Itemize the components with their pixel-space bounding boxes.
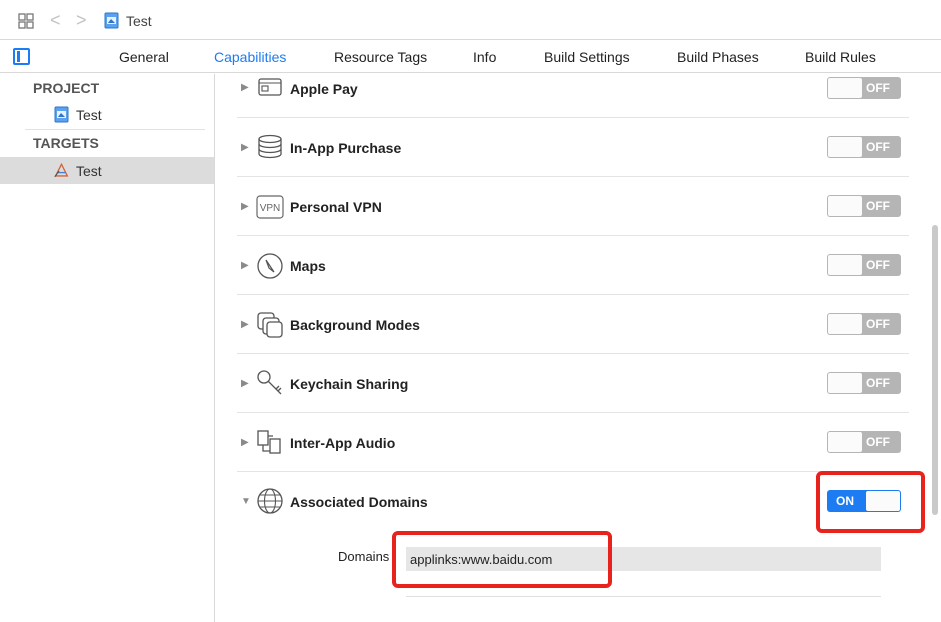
tab-general[interactable]: General <box>119 49 169 65</box>
keychain-sharing-toggle[interactable]: OFF <box>827 372 901 394</box>
capability-label: Inter-App Audio <box>290 435 396 451</box>
personal-vpn-toggle[interactable]: OFF <box>827 195 901 217</box>
capability-label: Keychain Sharing <box>290 376 409 392</box>
forward-button[interactable]: > <box>76 11 87 29</box>
capability-row-personal-vpn: ▶ VPN Personal VPN OFF <box>237 177 909 236</box>
project-file-icon <box>54 106 69 123</box>
toggle-knob <box>828 314 862 334</box>
audio-plug-icon <box>257 430 281 454</box>
project-sidebar: PROJECT Test TARGETS Test <box>0 74 215 622</box>
grid-icon[interactable] <box>18 13 34 29</box>
toggle-state: OFF <box>866 376 890 390</box>
capability-label: In-App Purchase <box>290 140 402 156</box>
toggle-knob <box>828 373 862 393</box>
globe-icon <box>257 488 283 514</box>
toggle-state: OFF <box>866 317 890 331</box>
inter-app-audio-toggle[interactable]: OFF <box>827 431 901 453</box>
toggle-knob <box>828 255 862 275</box>
sidebar-item-label: Test <box>76 163 102 179</box>
divider <box>406 596 881 597</box>
disclosure-triangle-expanded-icon[interactable]: ▼ <box>241 496 251 507</box>
vpn-icon: VPN <box>256 195 284 219</box>
disclosure-triangle-icon[interactable]: ▶ <box>241 201 249 212</box>
capability-row-maps: ▶ Maps OFF <box>237 236 909 295</box>
toggle-knob <box>828 432 862 452</box>
capability-label: Personal VPN <box>290 199 382 215</box>
disclosure-triangle-icon[interactable]: ▶ <box>241 319 249 330</box>
background-modes-toggle[interactable]: OFF <box>827 313 901 335</box>
divider <box>25 129 205 130</box>
toggle-state: OFF <box>866 140 890 154</box>
sidebar-item-target-test[interactable]: Test <box>0 157 214 184</box>
toggle-knob <box>828 196 862 216</box>
disclosure-triangle-icon[interactable]: ▶ <box>241 437 249 448</box>
back-button[interactable]: < <box>50 11 61 29</box>
capability-label: Apple Pay <box>290 81 358 97</box>
project-file-icon <box>104 12 119 29</box>
key-icon <box>257 370 282 395</box>
navigator-bar: < > Test <box>0 0 941 40</box>
scrollbar[interactable] <box>932 225 938 515</box>
toggle-knob <box>828 78 862 98</box>
targets-header: TARGETS <box>33 135 99 151</box>
apple-pay-toggle[interactable]: OFF <box>827 77 901 99</box>
highlight-box-toggle <box>816 471 925 533</box>
sidebar-item-project-test[interactable]: Test <box>0 101 214 128</box>
toggle-state: OFF <box>866 199 890 213</box>
toggle-state: OFF <box>866 435 890 449</box>
toggle-state: OFF <box>866 81 890 95</box>
project-header: PROJECT <box>33 80 100 96</box>
svg-text:VPN: VPN <box>260 203 281 214</box>
sidebar-toggle-icon[interactable] <box>13 48 30 65</box>
capability-row-keychain-sharing: ▶ Keychain Sharing OFF <box>237 354 909 413</box>
coin-stack-icon <box>258 134 282 159</box>
capability-row-inter-app-audio: ▶ Inter-App Audio OFF <box>237 413 909 472</box>
capability-row-apple-pay: ▶ Apple Pay OFF <box>237 59 909 118</box>
toggle-knob <box>828 137 862 157</box>
capability-label: Associated Domains <box>290 494 428 510</box>
capability-label: Background Modes <box>290 317 420 333</box>
sidebar-item-label: Test <box>76 107 102 123</box>
disclosure-triangle-icon[interactable]: ▶ <box>241 260 249 271</box>
apple-pay-card-icon <box>258 78 282 96</box>
disclosure-triangle-icon[interactable]: ▶ <box>241 82 249 93</box>
breadcrumb[interactable]: Test <box>126 13 152 29</box>
disclosure-triangle-icon[interactable]: ▶ <box>241 142 249 153</box>
app-target-icon <box>54 162 69 178</box>
stacked-squares-icon <box>257 312 283 338</box>
capability-row-background-modes: ▶ Background Modes OFF <box>237 295 909 354</box>
highlight-box-domain <box>392 531 612 588</box>
in-app-purchase-toggle[interactable]: OFF <box>827 136 901 158</box>
domains-label: Domains <box>338 549 390 564</box>
capability-row-in-app-purchase: ▶ In-App Purchase OFF <box>237 118 909 177</box>
capability-label: Maps <box>290 258 326 274</box>
disclosure-triangle-icon[interactable]: ▶ <box>241 378 249 389</box>
compass-icon <box>257 253 283 279</box>
toggle-state: OFF <box>866 258 890 272</box>
maps-toggle[interactable]: OFF <box>827 254 901 276</box>
